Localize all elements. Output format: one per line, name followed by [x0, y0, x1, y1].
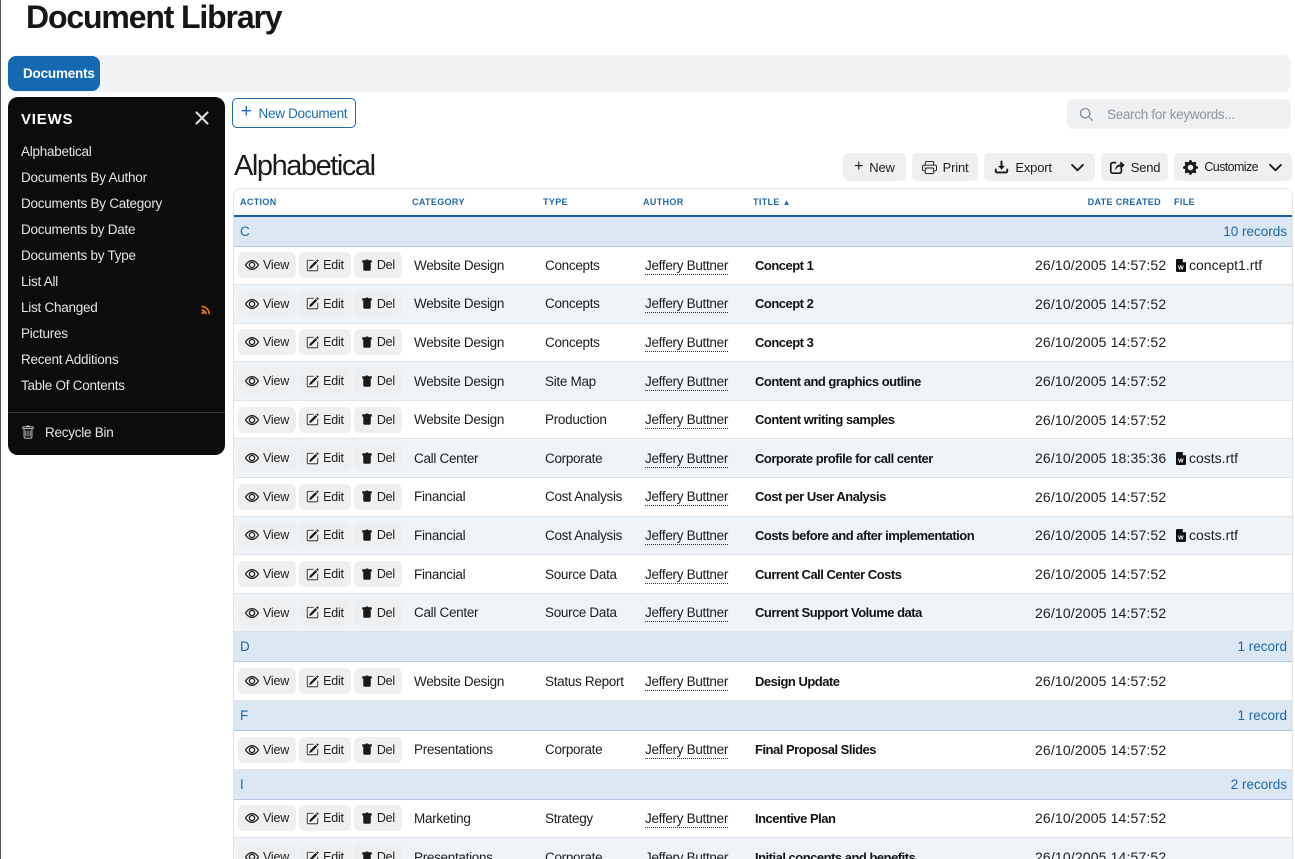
svg-text:w: w [1177, 535, 1184, 542]
svg-text:w: w [1177, 265, 1184, 272]
svg-text:w: w [1177, 458, 1184, 465]
